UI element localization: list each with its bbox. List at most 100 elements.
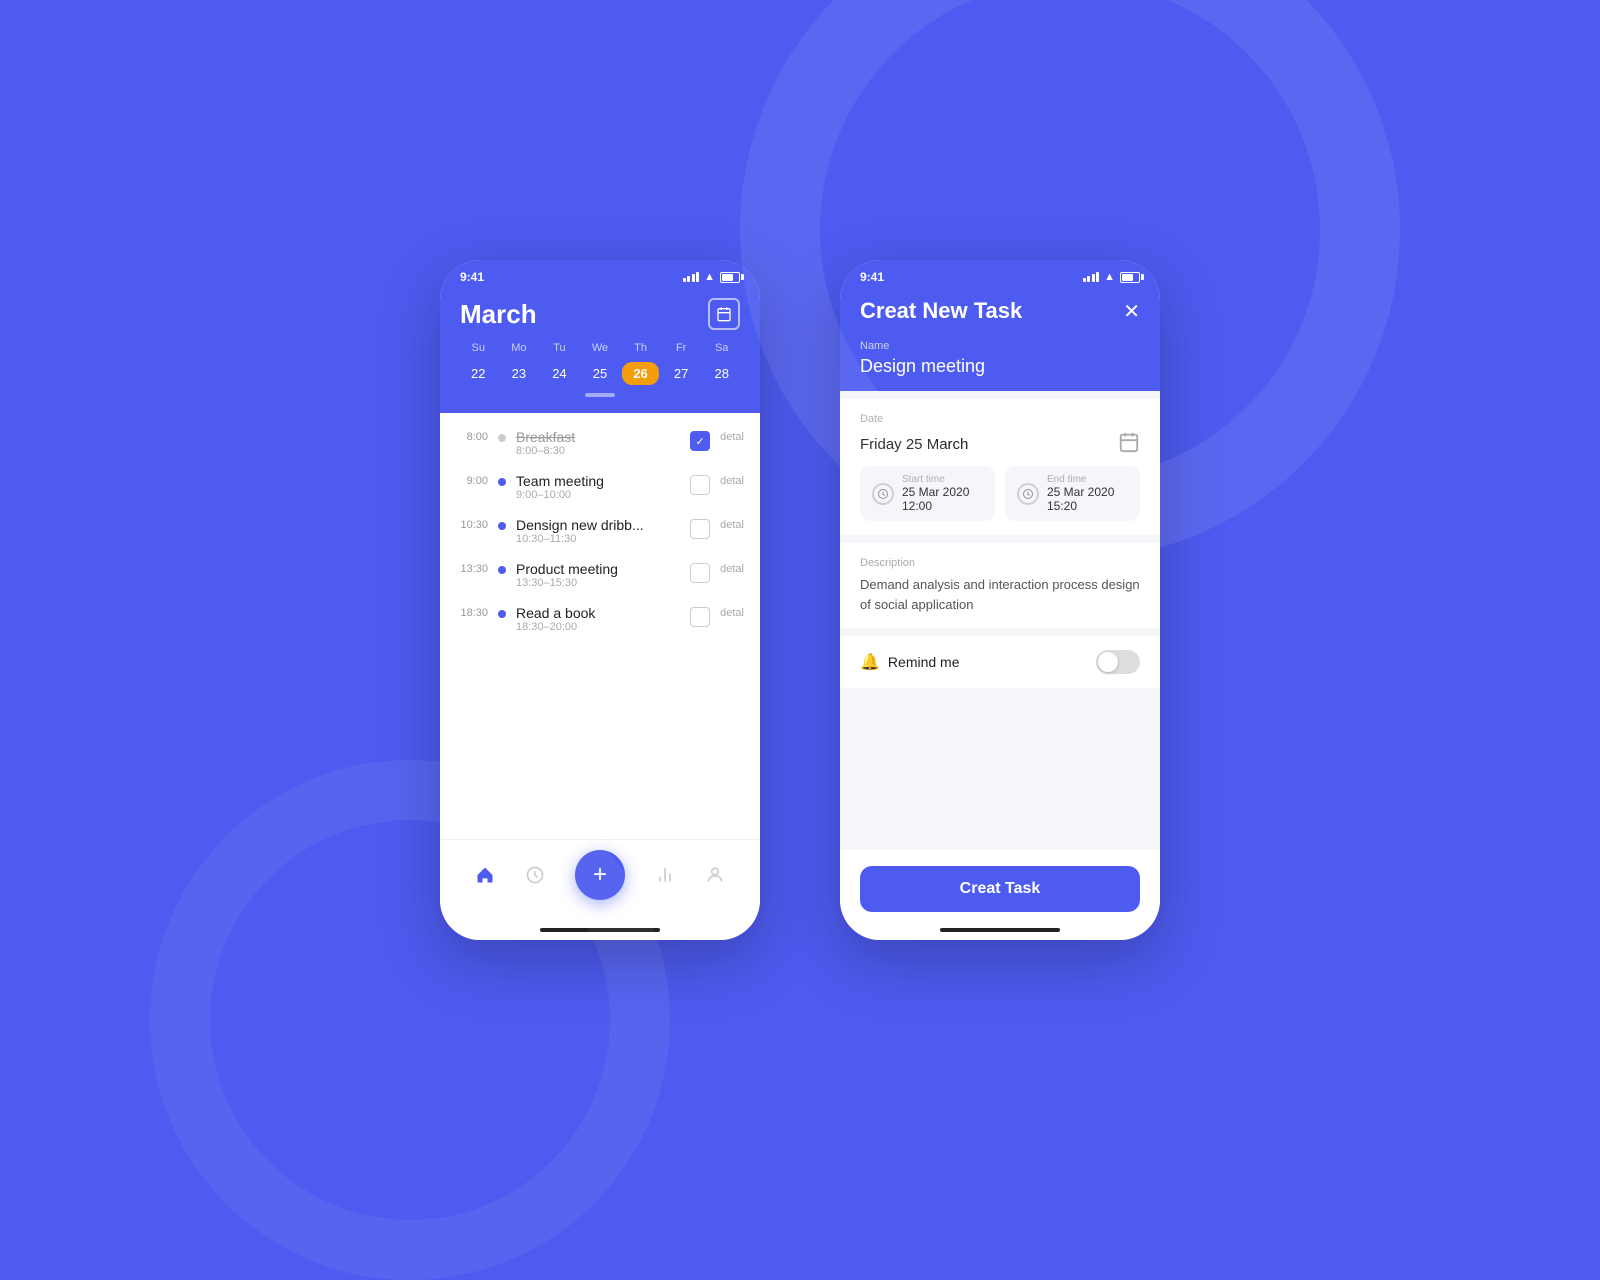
- remind-toggle[interactable]: [1096, 650, 1140, 674]
- task-detail-product[interactable]: detal: [720, 561, 744, 575]
- cal-header-th: Th: [622, 342, 659, 358]
- task-item-design: 10:30 Densign new dribb... 10:30–11:30 d…: [440, 509, 760, 553]
- task-time-design: 10:30: [456, 517, 488, 531]
- battery-fill-2: [1122, 274, 1133, 281]
- nav-home[interactable]: [475, 865, 495, 885]
- cal-day-23[interactable]: 23: [501, 362, 538, 385]
- cal-day-28[interactable]: 28: [703, 362, 740, 385]
- task-dot-product: [498, 566, 506, 574]
- task-checkbox-design[interactable]: [690, 519, 710, 539]
- task-item-read: 18:30 Read a book 18:30–20:00 detal: [440, 597, 760, 641]
- task-range-product: 13:30–15:30: [516, 577, 680, 589]
- nav-chart[interactable]: [655, 865, 675, 885]
- month-header-row: March: [460, 298, 740, 330]
- task-content-design: Densign new dribb... 10:30–11:30: [516, 517, 680, 545]
- task-checkbox-product[interactable]: [690, 563, 710, 583]
- task-range-team: 9:00–10:00: [516, 489, 680, 501]
- status-time-2: 9:41: [860, 270, 884, 284]
- task-content-product: Product meeting 13:30–15:30: [516, 561, 680, 589]
- home-indicator-1: [440, 920, 760, 940]
- phone2: 9:41 ▲ Creat New Task ✕ Name Design meet…: [840, 260, 1160, 940]
- cal-header-we: We: [582, 342, 619, 358]
- task-dot-read: [498, 610, 506, 618]
- task-time-read: 18:30: [456, 605, 488, 619]
- cal-day-22[interactable]: 22: [460, 362, 497, 385]
- description-value[interactable]: Demand analysis and interaction process …: [860, 575, 1140, 614]
- start-time-value: 25 Mar 2020 12:00: [902, 485, 983, 513]
- date-row: Friday 25 March: [860, 431, 1140, 458]
- name-field-label: Name: [860, 340, 1140, 352]
- battery-icon-2: [1120, 272, 1140, 283]
- end-time-card[interactable]: End time 25 Mar 2020 15:20: [1005, 466, 1140, 521]
- home-bar-2: [940, 928, 1060, 932]
- remind-row: 🔔 Remind me: [860, 650, 1140, 674]
- status-time-1: 9:41: [460, 270, 484, 284]
- description-section: Description Demand analysis and interact…: [840, 543, 1160, 628]
- battery-icon-1: [720, 272, 740, 283]
- name-field-value[interactable]: Design meeting: [860, 356, 1140, 377]
- remind-label: Remind me: [888, 654, 960, 670]
- signal-bar-6: [1087, 276, 1090, 282]
- task-range-design: 10:30–11:30: [516, 533, 680, 545]
- month-title: March: [460, 299, 537, 330]
- signal-bar-2: [687, 276, 690, 282]
- bottom-nav-1: +: [440, 839, 760, 920]
- task-checkbox-team[interactable]: [690, 475, 710, 495]
- week-indicator: [460, 393, 740, 397]
- end-time-value: 25 Mar 2020 15:20: [1047, 485, 1128, 513]
- task-checkbox-breakfast[interactable]: [690, 431, 710, 451]
- task-item-breakfast: 8:00 Breakfast 8:00–8:30 detal: [440, 421, 760, 465]
- task-detail-team[interactable]: detal: [720, 473, 744, 487]
- signal-bar-4: [696, 272, 699, 282]
- cal-header-fr: Fr: [663, 342, 700, 358]
- start-time-content: Start time 25 Mar 2020 12:00: [902, 474, 983, 513]
- calendar-grid: Su Mo Tu We Th Fr Sa 22 23 24 25 26 27 2…: [460, 342, 740, 385]
- date-label: Date: [860, 413, 1140, 425]
- start-time-label: Start time: [902, 474, 983, 485]
- home-bar-1: [540, 928, 660, 932]
- wifi-icon-1: ▲: [704, 271, 715, 283]
- toggle-thumb: [1098, 652, 1118, 672]
- task-detail-read[interactable]: detal: [720, 605, 744, 619]
- task-name-team: Team meeting: [516, 473, 680, 489]
- status-icons-1: ▲: [683, 271, 740, 283]
- end-time-content: End time 25 Mar 2020 15:20: [1047, 474, 1128, 513]
- battery-fill-1: [722, 274, 733, 281]
- task-content-breakfast: Breakfast 8:00–8:30: [516, 429, 680, 457]
- phone1: 9:41 ▲ March: [440, 260, 760, 940]
- task-dot-breakfast: [498, 434, 506, 442]
- signal-bars-1: [683, 272, 700, 282]
- calendar-icon-btn[interactable]: [708, 298, 740, 330]
- nav-profile[interactable]: [705, 865, 725, 885]
- nav-clock[interactable]: [525, 865, 545, 885]
- wifi-icon-2: ▲: [1104, 271, 1115, 283]
- start-clock-icon: [872, 483, 894, 505]
- creat-task-button[interactable]: Creat Task: [860, 866, 1140, 912]
- date-value[interactable]: Friday 25 March: [860, 436, 968, 453]
- signal-bar-1: [683, 278, 686, 282]
- cal-day-27[interactable]: 27: [663, 362, 700, 385]
- end-clock-icon: [1017, 483, 1039, 505]
- bell-icon: 🔔: [860, 652, 880, 672]
- signal-bar-8: [1096, 272, 1099, 282]
- date-picker-icon[interactable]: [1118, 431, 1140, 458]
- cal-day-25[interactable]: 25: [582, 362, 619, 385]
- close-button[interactable]: ✕: [1123, 299, 1140, 324]
- home-indicator-2: [840, 920, 1160, 940]
- phone2-header: Creat New Task ✕ Name Design meeting: [840, 290, 1160, 391]
- task-detail-breakfast[interactable]: detal: [720, 429, 744, 443]
- start-time-card[interactable]: Start time 25 Mar 2020 12:00: [860, 466, 995, 521]
- task-detail-design[interactable]: detal: [720, 517, 744, 531]
- task-checkbox-read[interactable]: [690, 607, 710, 627]
- task-item-product: 13:30 Product meeting 13:30–15:30 detal: [440, 553, 760, 597]
- signal-bar-3: [692, 274, 695, 282]
- fab-add[interactable]: +: [575, 850, 625, 900]
- create-task-title: Creat New Task: [860, 298, 1022, 324]
- cal-day-26-active[interactable]: 26: [622, 362, 659, 385]
- date-section: Date Friday 25 March: [840, 399, 1160, 535]
- status-bar-1: 9:41 ▲: [440, 260, 760, 290]
- signal-bars-2: [1083, 272, 1100, 282]
- task-name-design: Densign new dribb...: [516, 517, 680, 533]
- task-dot-design: [498, 522, 506, 530]
- cal-day-24[interactable]: 24: [541, 362, 578, 385]
